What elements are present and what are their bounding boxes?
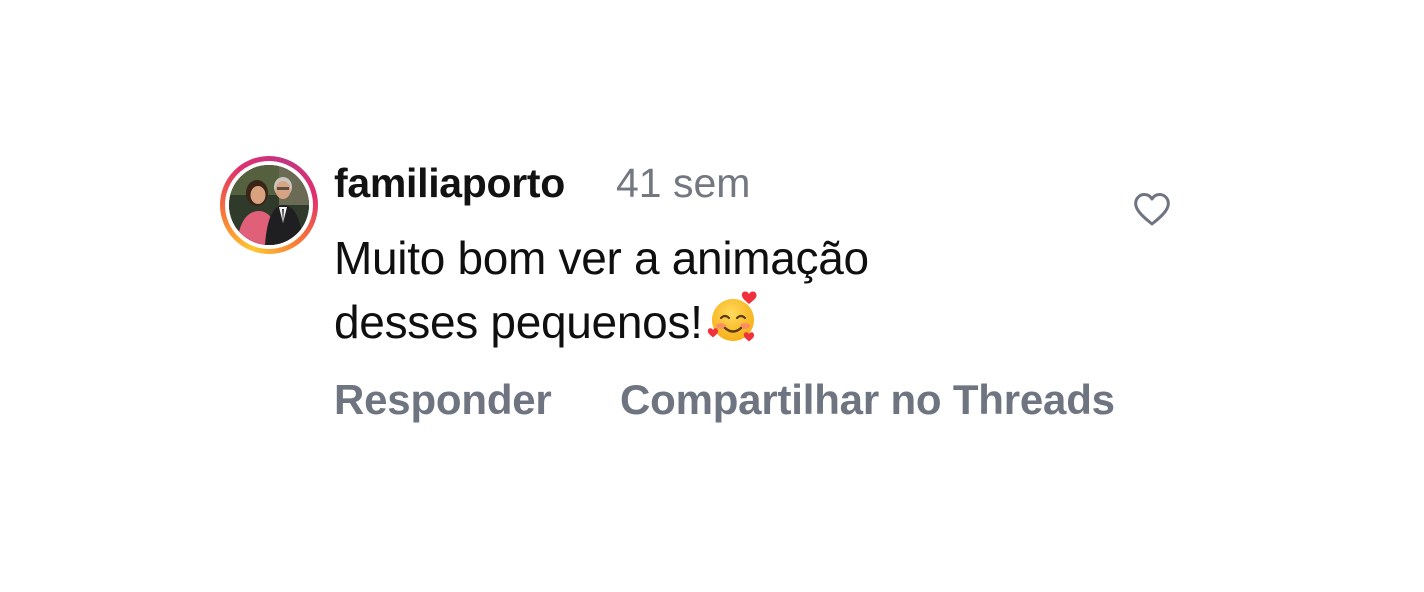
comment-text: Muito bom ver a animação desses pequenos… [334, 226, 869, 362]
avatar-photo [229, 165, 309, 245]
comment-item: familiaporto 41 sem Muito bom ver a anim… [0, 0, 1424, 592]
comment-username[interactable]: familiaporto [334, 160, 565, 207]
avatar [229, 165, 309, 245]
comment-timestamp: 41 sem [616, 160, 751, 206]
like-button[interactable] [1130, 188, 1174, 232]
smiling-face-with-hearts-icon [705, 290, 761, 362]
share-to-threads-button[interactable]: Compartilhar no Threads [620, 376, 1115, 424]
comment-text-line-2: desses pequenos! [334, 290, 869, 362]
heart-outline-icon [1134, 193, 1170, 226]
comment-text-line-2-text: desses pequenos! [334, 296, 703, 348]
comment-text-line-1: Muito bom ver a animação [334, 232, 869, 284]
avatar-story-ring[interactable] [220, 156, 318, 254]
reply-button[interactable]: Responder [334, 376, 552, 424]
